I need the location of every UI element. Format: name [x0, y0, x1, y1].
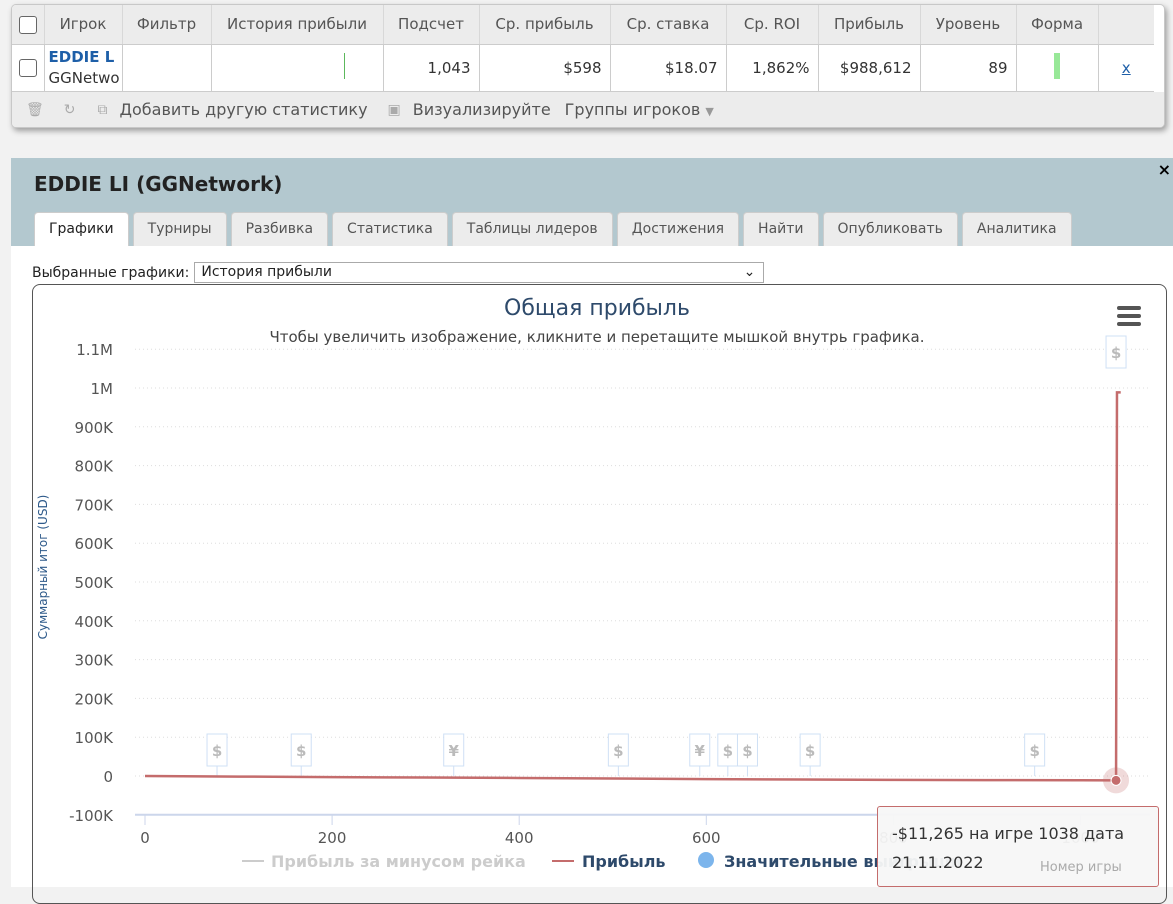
flag-symbol: ¥: [695, 742, 706, 760]
y-tick-label: 0: [103, 768, 113, 786]
y-tick-label: 300K: [75, 652, 115, 670]
flag-symbol: $: [1029, 742, 1039, 760]
hover-point: [1110, 774, 1122, 786]
menu-icon[interactable]: [1117, 306, 1141, 326]
y-axis-label: Суммарный итог (USD): [36, 495, 50, 640]
y-tick-label: -100K: [69, 807, 114, 825]
flag-symbol: $: [296, 742, 306, 760]
flag-symbol: $: [212, 742, 222, 760]
tooltip-line1: -$11,265 на игре 1038 дата: [892, 824, 1125, 843]
y-tick-label: 700K: [75, 496, 115, 514]
x-tick-label: 200: [318, 829, 347, 847]
flag-symbol: $: [723, 742, 733, 760]
y-tick-label: 600K: [75, 535, 115, 553]
flag-symbol: $: [742, 742, 752, 760]
profit-chart[interactable]: Общая прибыль Чтобы увеличить изображени…: [0, 0, 1173, 887]
x-tick-label: 600: [692, 829, 721, 847]
y-tick-label: 1.1M: [76, 341, 113, 359]
legend-item-profit[interactable]: Прибыль: [552, 852, 666, 871]
legend-item-rake[interactable]: Прибыль за минусом рейка: [242, 852, 526, 871]
flag-symbol: $: [613, 742, 623, 760]
y-tick-label: 500K: [75, 574, 115, 592]
profit-series-line: [144, 391, 1121, 782]
y-tick-label: 1M: [91, 380, 114, 398]
x-axis-label: Номер игры: [1040, 860, 1122, 875]
y-tick-label: 200K: [75, 690, 115, 708]
y-tick-label: 900K: [75, 419, 115, 437]
flag-symbol: ¥: [448, 742, 459, 760]
legend: Прибыль за минусом рейка Прибыль Значите…: [242, 852, 962, 871]
legend-label: Прибыль за минусом рейка: [271, 852, 526, 871]
y-tick-label: 100K: [75, 729, 115, 747]
x-tick-label: 0: [140, 829, 150, 847]
y-tick-label: 800K: [75, 458, 115, 476]
x-tick-label: 400: [505, 829, 534, 847]
chart-title: Общая прибыль: [504, 296, 690, 321]
flag-symbol: $: [805, 742, 815, 760]
chart-subtitle: Чтобы увеличить изображение, кликните и …: [269, 328, 924, 346]
flag-symbol: $: [1111, 344, 1121, 362]
legend-label: Прибыль: [582, 852, 666, 871]
y-tick-label: 400K: [75, 613, 115, 631]
